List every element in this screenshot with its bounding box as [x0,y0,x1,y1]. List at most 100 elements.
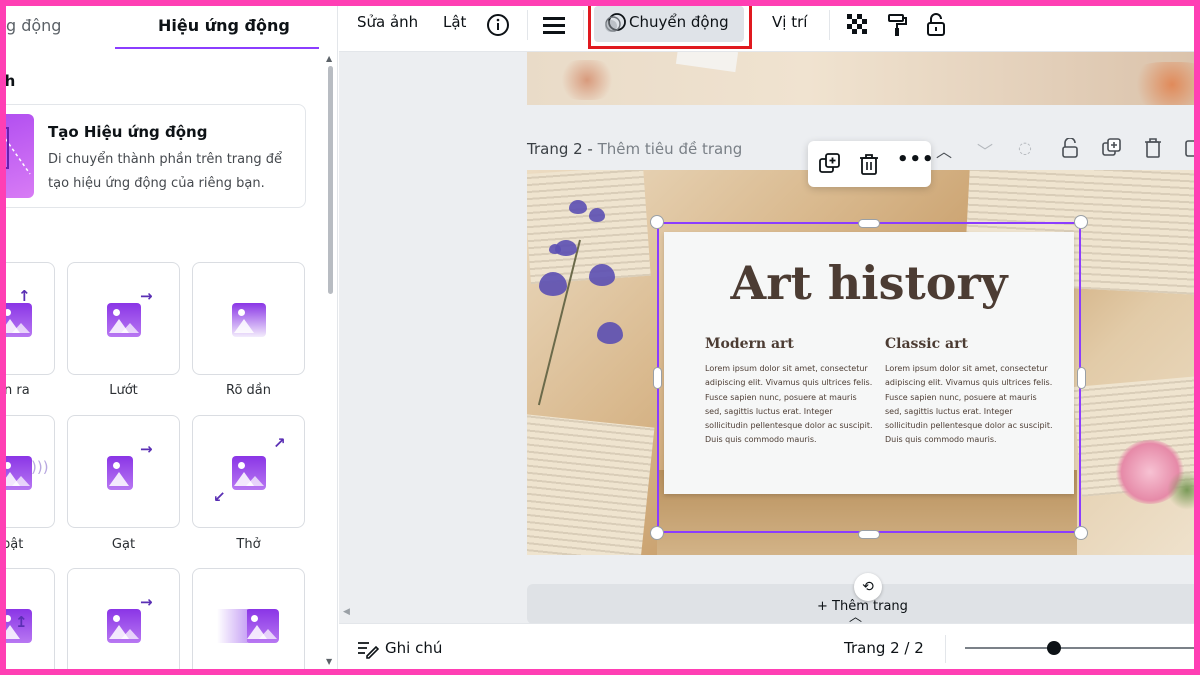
hide-icon[interactable]: ◌ [1018,138,1032,157]
menu-lines-icon[interactable] [541,12,567,38]
element-context-toolbar: ••• [808,141,934,187]
section-heading: nh [0,72,16,90]
toolbar-divider [829,10,830,40]
position-button[interactable]: Vị trí [772,13,807,31]
duplicate-icon[interactable] [819,153,841,180]
effect-breathe[interactable]: ↗ ↙ [192,415,305,528]
more-options-icon[interactable]: ••• [897,149,935,170]
breathe-icon [232,456,266,490]
effect-fade[interactable] [192,262,305,375]
lavender-petal [597,322,623,344]
chevron-up-icon[interactable]: ︿ [849,606,862,623]
arrow-shrink-icon: ↙ [213,488,226,506]
rise-icon [0,303,32,337]
flower-leaves [1167,470,1200,510]
lavender-petal [589,264,615,286]
resize-handle-top-right[interactable] [1074,215,1088,229]
page-lock-icon[interactable] [1061,137,1079,162]
add-page-icon[interactable] [1185,138,1200,162]
effect-rise[interactable]: ↑ [0,262,55,375]
tab-page-animation[interactable]: ang động [0,16,61,35]
chevron-down-icon[interactable]: ﹀ [977,138,993,162]
trash-icon[interactable] [859,153,879,180]
effect-row3-c[interactable] [192,568,305,675]
paint-roller-icon[interactable] [884,12,910,38]
lavender-petal [569,200,587,214]
effect-pan-label: Lướt [109,383,138,398]
scroll-down-icon[interactable]: ▼ [326,657,332,666]
selection-box[interactable] [657,222,1081,533]
arrow-right-icon: → [140,287,153,305]
effect-breathe-label: Thở [236,537,261,552]
motion-trail [217,609,247,643]
highlight-box [588,1,752,49]
scroll-up-icon[interactable]: ▲ [326,54,332,63]
path-icon [0,127,31,175]
editor-canvas[interactable]: Trang 2 - Thêm tiêu đề trang ︿ ﹀ ◌ Art h… [339,52,1200,623]
resize-handle-right[interactable] [1077,367,1086,389]
effect-pan[interactable]: → [67,262,180,375]
scroll-left-icon[interactable]: ◀ [343,607,350,617]
newspaper-scrap [527,413,655,555]
wipe-icon [107,456,133,490]
resize-handle-bottom[interactable] [858,530,880,539]
create-animation-description: Di chuyển thành phần trên trang để tạo h… [48,152,282,191]
fade-icon [232,303,266,337]
pan-icon [107,303,141,337]
resize-handle-top-left[interactable] [650,215,664,229]
resize-handle-left[interactable] [653,367,662,389]
create-animation-title: Tạo Hiệu ứng động [48,123,208,141]
paper-scrap [675,52,739,73]
effect-fade-label: Rõ dần [226,383,271,398]
zoom-slider[interactable] [965,647,1200,649]
arrow-right-icon: → [140,593,153,611]
stomp-icon [245,609,279,643]
newspaper-scrap [527,170,651,285]
lock-icon[interactable] [923,12,949,38]
effect-pop[interactable]: ))) [0,415,55,528]
pop-icon [0,456,32,490]
notes-icon[interactable] [357,639,380,663]
duplicate-page-icon[interactable] [1102,138,1122,162]
effect-row3-b[interactable]: → [67,568,180,675]
flip-button[interactable]: Lật [443,13,466,31]
animation-panel: ang động Hiệu ứng động nh Tạo Hiệu ứng đ… [0,0,338,675]
arrow-right-icon: → [140,440,153,458]
chevron-up-icon[interactable]: ︿ [936,138,952,162]
effect-wipe[interactable]: → [67,415,180,528]
resize-handle-top[interactable] [858,219,880,228]
active-tab-indicator [115,47,319,49]
rotate-icon[interactable]: ⟲ [854,573,882,601]
transparency-icon[interactable] [845,12,871,38]
effect-row3-a[interactable]: ↥ [0,568,55,675]
resize-handle-bottom-left[interactable] [650,526,664,540]
panel-scrollbar-thumb[interactable] [328,66,333,294]
notes-button[interactable]: Ghi chú [385,639,442,657]
flower-decoration [557,60,617,100]
resize-handle-bottom-right[interactable] [1074,526,1088,540]
zoom-slider-thumb[interactable] [1047,641,1062,655]
top-toolbar: Sửa ảnh Lật Chuyển động Vị trí [339,0,1200,52]
toolbar-divider [527,10,528,40]
effect-rise-label: n ra [4,383,30,398]
page-indicator[interactable]: Trang 2 / 2 [844,639,924,657]
arrow-expand-icon: ↗ [273,434,286,452]
arrow-up-bar-icon: ↥ [15,613,28,631]
create-animation-thumbnail [0,114,34,198]
vibrate-icon: ))) [31,458,49,476]
add-page-label[interactable]: + Thêm trang [817,599,908,614]
info-icon[interactable] [485,12,511,38]
effect-wipe-label: Gạt [111,537,136,552]
page-2-label: Trang 2 - [527,140,598,158]
toolbar-divider [583,10,584,40]
edit-image-button[interactable]: Sửa ảnh [357,13,418,31]
effect-pop-label: bật [2,537,24,552]
drift-icon [107,609,141,643]
page-title-placeholder[interactable]: Thêm tiêu đề trang [598,140,743,158]
delete-page-icon[interactable] [1144,138,1162,162]
tab-element-animation[interactable]: Hiệu ứng động [158,16,290,35]
lavender-petal [589,208,605,222]
leaf-decoration [1127,62,1200,105]
page-1-preview[interactable] [527,52,1200,105]
arrow-up-icon: ↑ [18,287,31,305]
